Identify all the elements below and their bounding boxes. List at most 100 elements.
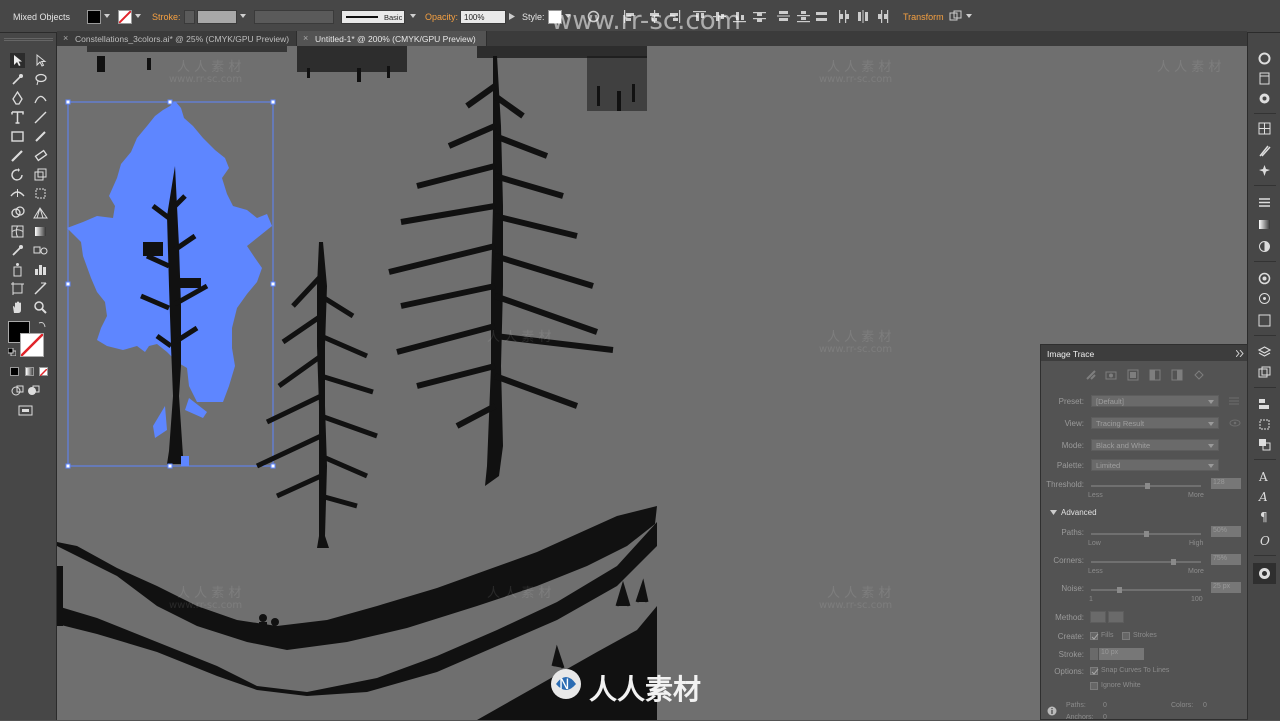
character-icon[interactable]: A [1257, 469, 1272, 484]
character-styles-icon[interactable]: A [1257, 489, 1272, 504]
corners-slider-knob[interactable] [1171, 559, 1176, 565]
panel-menu-dropdown-icon[interactable] [966, 14, 972, 18]
grayscale-icon[interactable] [1149, 369, 1161, 381]
layers-icon[interactable] [1257, 345, 1272, 360]
stroke-weight-input[interactable] [197, 10, 237, 24]
distribute-left-icon[interactable] [837, 10, 850, 23]
rotate-tool-icon[interactable] [10, 167, 25, 182]
low-color-icon[interactable] [1127, 369, 1139, 381]
stroke-weight-dropdown-icon[interactable] [240, 14, 246, 18]
transparency-icon[interactable] [1257, 239, 1272, 254]
isolate-group-icon[interactable] [949, 10, 962, 23]
info-icon[interactable] [1047, 706, 1057, 716]
fills-checkbox[interactable] [1090, 632, 1099, 640]
auto-color-icon[interactable] [1085, 369, 1097, 381]
opentype-icon[interactable]: O [1257, 533, 1272, 548]
opacity-input[interactable]: 100% [460, 10, 506, 24]
stroke-stepper[interactable] [1090, 648, 1098, 660]
distribute-top-icon[interactable] [753, 10, 766, 23]
graphic-styles-icon[interactable] [1257, 291, 1272, 306]
selection-tool-icon[interactable] [10, 53, 25, 68]
brushes-icon[interactable] [1257, 143, 1272, 158]
distribute-right-icon[interactable] [877, 10, 890, 23]
paths-input[interactable]: 50% [1211, 526, 1241, 537]
corners-input[interactable]: 75% [1211, 554, 1241, 565]
symbol-sprayer-tool-icon[interactable] [10, 262, 25, 277]
pen-tool-icon[interactable] [10, 91, 25, 106]
zoom-tool-icon[interactable] [33, 300, 48, 315]
eyedropper-tool-icon[interactable] [10, 243, 25, 258]
magic-wand-tool-icon[interactable] [10, 72, 25, 87]
brush-dropdown-icon[interactable] [410, 14, 416, 18]
draw-behind-icon[interactable] [26, 383, 41, 398]
rectangle-tool-icon[interactable] [10, 129, 25, 144]
transform-panel-icon[interactable] [1257, 417, 1272, 432]
stroke-weight-stepper[interactable] [184, 10, 195, 24]
fill-swatch[interactable] [87, 10, 101, 24]
advanced-label[interactable]: Advanced [1061, 508, 1097, 517]
artboards-icon[interactable] [1257, 313, 1272, 328]
stroke-dropdown-icon[interactable] [135, 14, 141, 18]
slice-tool-icon[interactable] [33, 281, 48, 296]
asset-export-icon[interactable] [1257, 365, 1272, 380]
panel-collapse-icon[interactable] [1236, 350, 1244, 357]
shape-builder-tool-icon[interactable] [10, 205, 25, 220]
snap-curves-checkbox[interactable] [1090, 667, 1099, 675]
stroke-color-box[interactable] [20, 333, 44, 357]
image-trace-dock-button[interactable] [1253, 563, 1276, 584]
noise-slider-knob[interactable] [1117, 587, 1122, 593]
gradient-mode-button[interactable] [25, 367, 34, 376]
tab-constellations[interactable]: × Constellations_3colors.ai* @ 25% (CMYK… [57, 31, 297, 46]
distribute-bottom-icon[interactable] [797, 10, 810, 23]
mode-select[interactable]: Black and White [1091, 439, 1219, 451]
distribute-spacing-icon[interactable] [815, 10, 828, 23]
panel-header[interactable]: Image Trace [1041, 345, 1247, 361]
scale-tool-icon[interactable] [33, 167, 48, 182]
libraries-icon[interactable] [1257, 71, 1272, 86]
perspective-grid-tool-icon[interactable] [33, 205, 48, 220]
artboard-tool-icon[interactable] [10, 281, 25, 296]
color-guide-icon[interactable] [1257, 51, 1272, 66]
transform-link[interactable]: Transform [903, 12, 944, 22]
gradient-panel-icon[interactable] [1257, 217, 1272, 232]
gradient-tool-icon[interactable] [33, 224, 48, 239]
threshold-slider-knob[interactable] [1145, 483, 1150, 489]
view-select[interactable]: Tracing Result [1091, 417, 1219, 429]
eraser-tool-icon[interactable] [33, 148, 48, 163]
paragraph-icon[interactable]: ¶ [1257, 509, 1272, 524]
fill-dropdown-icon[interactable] [104, 14, 110, 18]
palette-select[interactable]: Limited [1091, 459, 1219, 471]
swap-fill-stroke-icon[interactable] [38, 320, 47, 329]
threshold-input[interactable]: 128 [1211, 478, 1241, 489]
align-panel-icon[interactable] [1257, 397, 1272, 412]
brush-definition-select[interactable]: Basic [341, 10, 405, 24]
pathfinder-icon[interactable] [1257, 437, 1272, 452]
symbols-icon[interactable] [1257, 163, 1272, 178]
type-tool-icon[interactable] [10, 110, 25, 125]
noise-slider[interactable] [1091, 589, 1201, 591]
stroke-label[interactable]: Stroke: [152, 12, 181, 22]
column-graph-tool-icon[interactable] [33, 262, 48, 277]
screen-mode-icon[interactable] [18, 403, 33, 418]
tab-untitled-1[interactable]: × Untitled-1* @ 200% (CMYK/GPU Preview) [297, 31, 487, 46]
lasso-tool-icon[interactable] [33, 72, 48, 87]
variable-width-profile-select[interactable] [254, 10, 334, 24]
opacity-label[interactable]: Opacity: [425, 12, 458, 22]
swatches-icon[interactable] [1257, 91, 1272, 106]
close-tab-icon[interactable]: × [303, 33, 308, 43]
close-tab-icon[interactable]: × [63, 33, 68, 43]
advanced-expand-icon[interactable] [1050, 510, 1057, 516]
free-transform-tool-icon[interactable] [33, 186, 48, 201]
opacity-arrow-icon[interactable] [509, 13, 515, 20]
distribute-vertical-center-icon[interactable] [777, 10, 790, 23]
mesh-tool-icon[interactable] [10, 224, 25, 239]
eye-icon[interactable] [1229, 419, 1241, 427]
method-overlapping-button[interactable] [1108, 611, 1124, 623]
outline-icon[interactable] [1193, 369, 1205, 381]
preset-menu-icon[interactable] [1229, 397, 1239, 405]
direct-selection-tool-icon[interactable] [33, 53, 48, 68]
none-mode-button[interactable] [39, 367, 48, 377]
ignore-white-checkbox[interactable] [1090, 682, 1098, 690]
preset-select[interactable]: [Default] [1091, 395, 1219, 407]
grid-icon[interactable] [1257, 121, 1272, 136]
